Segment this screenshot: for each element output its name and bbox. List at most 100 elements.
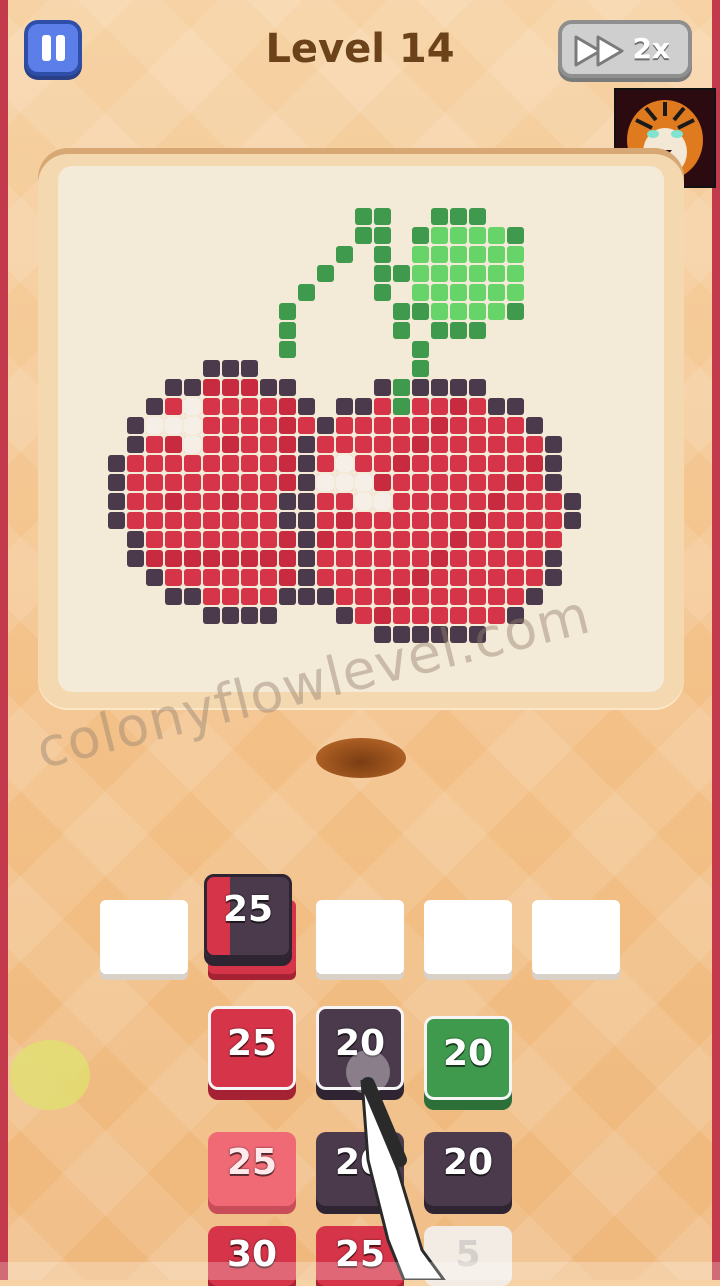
pixel-cell	[374, 569, 391, 586]
pixel-cell	[412, 569, 429, 586]
grid-tile[interactable]: 25	[208, 1132, 296, 1206]
queue-slot-3[interactable]	[316, 900, 404, 974]
pixel-cell	[260, 512, 277, 529]
pixel-cell	[469, 303, 486, 320]
pixel-cell	[279, 417, 296, 434]
pixel-cell	[203, 474, 220, 491]
pixel-cell	[469, 569, 486, 586]
pixel-cell	[545, 569, 562, 586]
pixel-cell	[545, 550, 562, 567]
queue-slot-5[interactable]	[532, 900, 620, 974]
pixel-cell	[165, 588, 182, 605]
pixel-cell	[450, 265, 467, 282]
pixel-cell	[393, 474, 410, 491]
pixel-cell	[450, 246, 467, 263]
pixel-cell	[431, 436, 448, 453]
pixel-cell	[469, 246, 486, 263]
pixel-cell	[184, 531, 201, 548]
pixel-cell	[127, 436, 144, 453]
pixel-cell	[412, 550, 429, 567]
pixel-cell	[165, 569, 182, 586]
pixel-cell	[260, 474, 277, 491]
pixel-cell	[507, 493, 524, 510]
pixel-cell	[241, 474, 258, 491]
pixel-cell	[507, 284, 524, 301]
pixel-cell	[317, 436, 334, 453]
queue-slot-4[interactable]	[424, 900, 512, 974]
pixel-cell	[526, 417, 543, 434]
pixel-cell	[431, 474, 448, 491]
pixel-cell	[279, 303, 296, 320]
pixel-cell	[469, 227, 486, 244]
pixel-cell	[450, 227, 467, 244]
pixel-cell	[526, 531, 543, 548]
pixel-cell	[507, 512, 524, 529]
queue-tile[interactable]: 25	[204, 874, 292, 958]
pixel-cell	[184, 417, 201, 434]
pixel-cell	[412, 398, 429, 415]
pixel-cell	[507, 417, 524, 434]
pixel-cell	[488, 531, 505, 548]
pixel-cell	[488, 303, 505, 320]
pixel-cell	[355, 550, 372, 567]
pixel-cell	[184, 436, 201, 453]
pixel-cell	[260, 493, 277, 510]
pixel-cell	[241, 588, 258, 605]
pixel-cell	[241, 455, 258, 472]
pixel-cell	[165, 379, 182, 396]
pixel-cell	[203, 417, 220, 434]
pixel-cell	[374, 436, 391, 453]
pixel-cell	[355, 493, 372, 510]
pixel-cell	[260, 531, 277, 548]
pixel-cell	[298, 531, 315, 548]
pixel-cell	[412, 246, 429, 263]
pixel-cell	[469, 417, 486, 434]
pixel-cell	[526, 569, 543, 586]
pixel-cell	[374, 398, 391, 415]
decorative-blob	[10, 1040, 90, 1110]
queue-slot-1[interactable]	[100, 900, 188, 974]
pixel-cell	[545, 493, 562, 510]
pixel-cell	[317, 569, 334, 586]
pixel-cell	[317, 550, 334, 567]
pixel-cell	[260, 417, 277, 434]
pixel-cell	[393, 322, 410, 339]
pixel-cell	[260, 588, 277, 605]
pixel-cell	[260, 550, 277, 567]
pixel-cell	[241, 493, 258, 510]
pixel-cell	[526, 493, 543, 510]
pixel-cell	[469, 284, 486, 301]
pixel-cell	[507, 227, 524, 244]
pixel-cell	[393, 531, 410, 548]
grid-tile[interactable]: 25	[208, 1006, 296, 1090]
pixel-cell	[279, 436, 296, 453]
pixel-cell	[507, 398, 524, 415]
pixel-cell	[469, 379, 486, 396]
pixel-cell	[298, 588, 315, 605]
pixel-cell	[222, 398, 239, 415]
pixel-cell	[507, 455, 524, 472]
pixel-cell	[374, 455, 391, 472]
pixel-cell	[545, 531, 562, 548]
pixel-cell	[241, 360, 258, 377]
pixel-cell	[526, 512, 543, 529]
bottom-bar	[0, 1262, 720, 1280]
pixel-cell	[203, 493, 220, 510]
pixel-cell	[564, 512, 581, 529]
pixel-cell	[469, 588, 486, 605]
pixel-cell	[374, 474, 391, 491]
pixel-cell	[488, 550, 505, 567]
pixel-cell	[412, 265, 429, 282]
pixel-cell	[222, 360, 239, 377]
pixel-cell	[469, 208, 486, 225]
pixel-cell	[355, 208, 372, 225]
pixel-cell	[488, 569, 505, 586]
pixel-cell	[374, 607, 391, 624]
pixel-cell	[355, 512, 372, 529]
speed-button[interactable]: 2x	[558, 20, 692, 78]
pixel-cell	[507, 569, 524, 586]
pixel-cell	[298, 550, 315, 567]
pixel-cell	[374, 417, 391, 434]
pixel-cell	[412, 417, 429, 434]
pixel-cell	[488, 284, 505, 301]
